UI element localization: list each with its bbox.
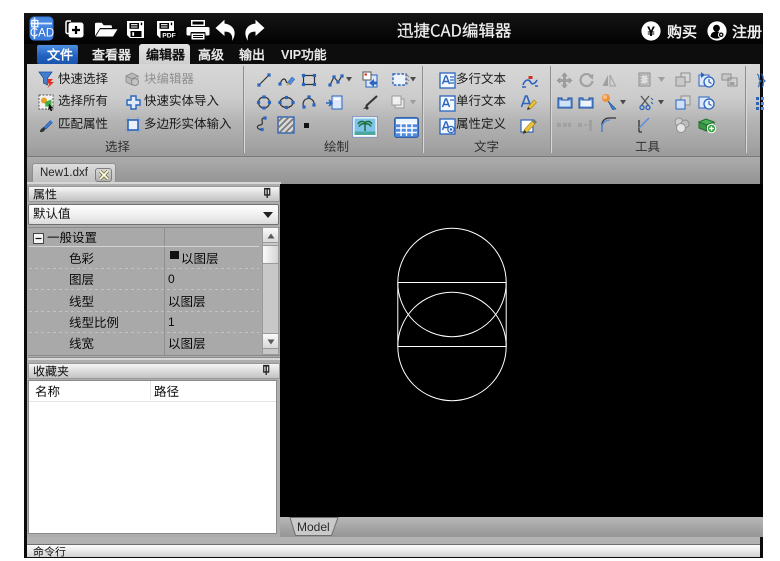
- svg-text:¥: ¥: [647, 23, 655, 39]
- svg-text:CAD: CAD: [30, 28, 54, 40]
- svg-text:PDF: PDF: [162, 33, 176, 39]
